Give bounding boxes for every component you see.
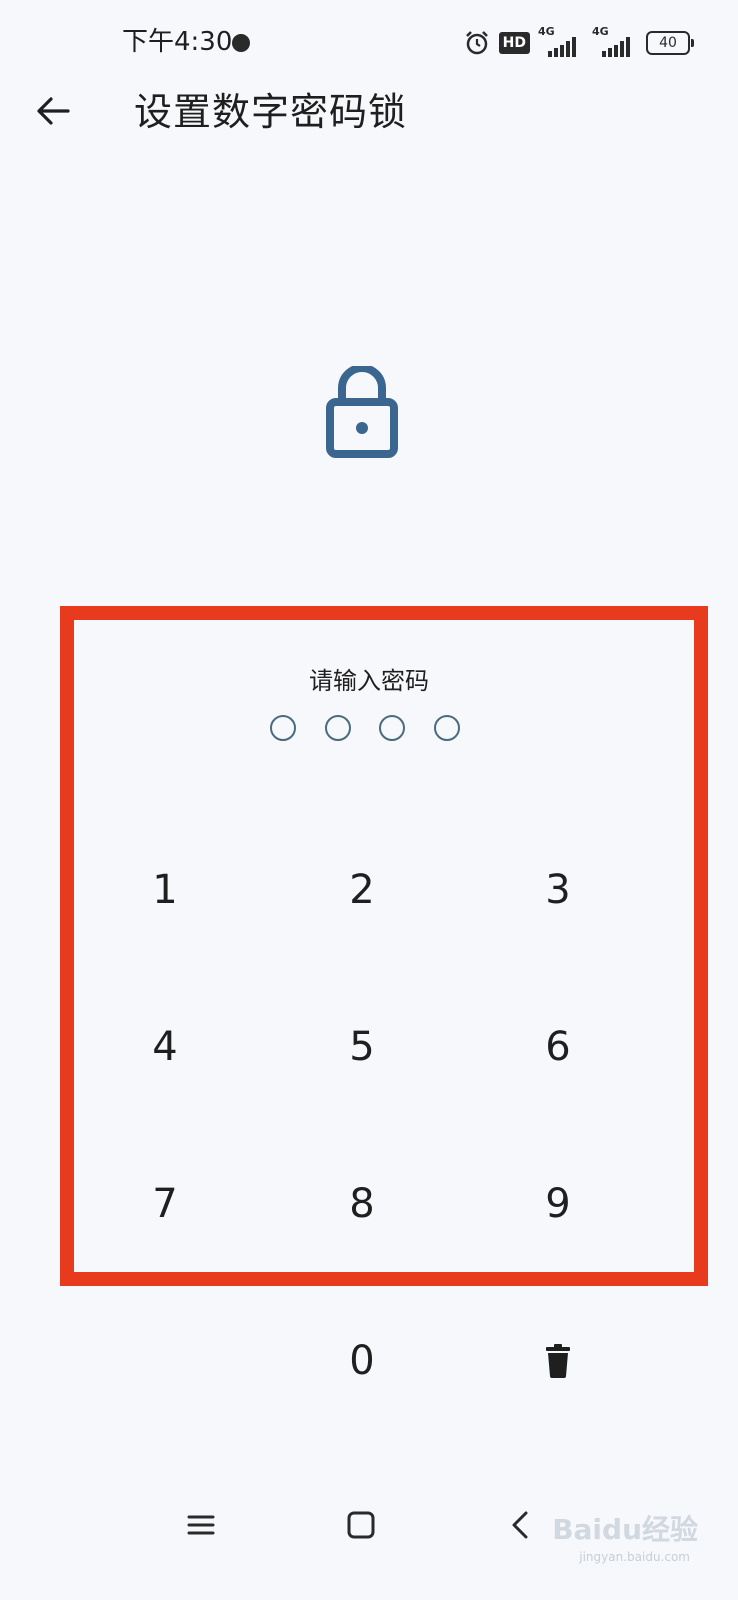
pin-dot [270, 715, 296, 741]
status-icons: HD 4G 4G 40 [463, 25, 694, 58]
key-2[interactable]: 2 [292, 840, 432, 940]
pin-dot [433, 715, 460, 741]
lock-icon [326, 366, 398, 458]
chevron-left-icon [512, 1511, 528, 1539]
status-bar: 下午4:30 HD 4G 4G 40 [0, 0, 738, 84]
menu-icon [187, 1515, 215, 1535]
page-title: 设置数字密码锁 [134, 90, 408, 134]
signal-icon: 4G [538, 25, 584, 57]
key-7[interactable]: 7 [95, 1154, 235, 1254]
square-home-icon [347, 1511, 375, 1539]
nav-menu-button[interactable] [171, 1495, 231, 1555]
key-3[interactable]: 3 [488, 840, 628, 940]
nav-back-button[interactable] [490, 1495, 550, 1555]
key-8[interactable]: 8 [292, 1154, 432, 1254]
pin-prompt: 请输入密码 [309, 667, 429, 695]
key-6[interactable]: 6 [488, 997, 628, 1097]
watermark: Baidu经验 [552, 1513, 698, 1546]
alarm-icon [465, 31, 488, 55]
key-9[interactable]: 9 [488, 1154, 628, 1254]
key-5[interactable]: 5 [292, 997, 432, 1097]
pin-dot [324, 715, 351, 741]
delete-button[interactable] [488, 1311, 628, 1411]
key-4[interactable]: 4 [95, 997, 235, 1097]
key-1[interactable]: 1 [95, 840, 235, 940]
hd-badge: HD [498, 32, 530, 54]
watermark-url: jingyan.baidu.com [579, 1550, 690, 1564]
nav-home-button[interactable] [331, 1495, 391, 1555]
pin-dot [379, 715, 406, 741]
battery-icon: 40 [646, 31, 694, 55]
pin-indicator [270, 715, 460, 743]
signal-icon: 4G [592, 25, 638, 57]
screen: 下午4:30 HD 4G 4G 40 设置数字密码锁 请输入密码 1 2 3 4… [0, 0, 738, 1600]
back-button[interactable] [28, 86, 78, 136]
notification-dot-icon [232, 34, 250, 52]
status-time: 下午4:30 [122, 27, 233, 57]
key-0[interactable]: 0 [292, 1311, 432, 1411]
arrow-left-icon [37, 97, 70, 125]
trash-icon [546, 1344, 570, 1378]
